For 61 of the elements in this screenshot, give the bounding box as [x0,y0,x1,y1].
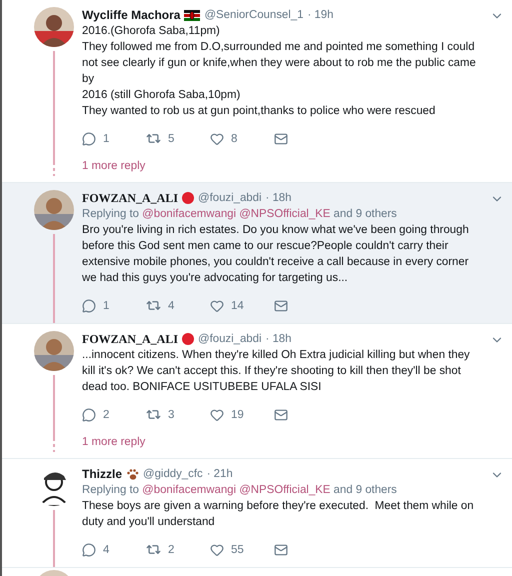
mention-link[interactable]: @NPSOfficial_KE [239,208,330,220]
retweet-icon [146,298,161,313]
like-button[interactable]: 55 [210,542,274,556]
user-handle: @giddy_cfc [143,467,203,482]
user-name[interactable]: Wycliffe Machora [82,7,180,23]
circle-icon [182,333,194,345]
mention-link[interactable]: @bonifacemwangi [142,208,236,220]
retweet-button[interactable]: 5 [146,131,210,146]
others-label: and 9 others [334,208,397,220]
circle-icon [182,192,194,204]
retweet-icon [146,407,161,422]
reply-button[interactable]: 4 [82,542,146,556]
retweet-button[interactable]: 4 [146,298,210,313]
reply-button[interactable]: 2 [82,408,146,422]
more-replies-link[interactable]: 1 more reply [82,434,146,450]
mail-icon[interactable] [274,298,288,312]
like-button[interactable]: 19 [210,408,274,422]
user-handle: @fouzi_abdi [198,191,262,206]
more-replies-link[interactable]: 1 more reply [82,158,146,174]
mail-icon[interactable] [274,132,288,146]
mention-link[interactable]: @bonifacemwangi [142,484,236,496]
user-handle: @SeniorCounsel_1 [204,8,304,23]
reply-button[interactable]: 1 [82,298,146,312]
tweet-text: Bro you're living in rich estates. Do you know what we've been going through before this God sent men came to our rescue?People couldn't carry their extensive mobile phones, you couldn't receive a call because in every corner we had this guys you're advocating for targeting us... [82,223,470,286]
speech-bubble-icon [82,132,96,146]
heart-icon [210,542,224,556]
user-name[interactable]: FOWZAN_A_ALI [82,331,178,347]
speech-bubble-icon [82,542,96,556]
flag-icon [184,10,200,20]
tweet-time: · 18h [266,332,292,347]
retweet-icon [146,131,161,146]
replying-label: Replying to [82,484,139,496]
retweet-icon [146,542,161,557]
tweet-text: They wanted to rob us at gun point,thanks to police who were rescued [82,104,436,119]
tweet-text: 2016.(Ghorofa Saba,11pm) [82,24,221,39]
reply-button[interactable]: 1 [82,132,146,146]
speech-bubble-icon [82,408,96,422]
tweet-text: They followed me from D.O,surrounded me and pointed me something I could not see clearly if gun or knife,when they were about to rob me the public came by [82,40,477,87]
tweet-time: · 19h [307,8,334,23]
user-name[interactable]: FOWZAN_A_ALI [82,190,178,206]
tweet-time: · 21h [206,467,233,482]
mail-icon[interactable] [274,408,288,422]
heart-icon [210,298,224,312]
user-name[interactable]: Thizzle [82,466,122,482]
mention-link[interactable]: @NPSOfficial_KE [239,484,330,496]
like-button[interactable]: 14 [210,298,274,312]
speech-bubble-icon [82,298,96,312]
tweet-time: · 18h [266,191,292,206]
tweet-text: ...innocent citizens. When they're killed Oh Extra judicial killing but when they kill it's ok? We can't accept this. If they're shooting to kill then they'll be shot dead too. BONIFACE USITUBEBE UFALA SISI [82,348,471,395]
mail-icon[interactable] [274,542,288,556]
tweet-text: These boys are given a warning before they're executed. Meet them while on duty and you'll understand [82,499,475,530]
heart-icon [210,132,224,146]
like-button[interactable]: 8 [210,132,274,146]
tweet-text: 2016 (still Ghorofa Saba,10pm) [82,88,242,103]
user-handle: @fouzi_abdi [198,332,262,347]
retweet-button[interactable]: 3 [146,407,210,422]
replying-label: Replying to [82,208,139,220]
others-label: and 9 others [334,484,397,496]
paw-icon [126,468,140,480]
heart-icon [210,408,224,422]
retweet-button[interactable]: 2 [146,542,210,557]
